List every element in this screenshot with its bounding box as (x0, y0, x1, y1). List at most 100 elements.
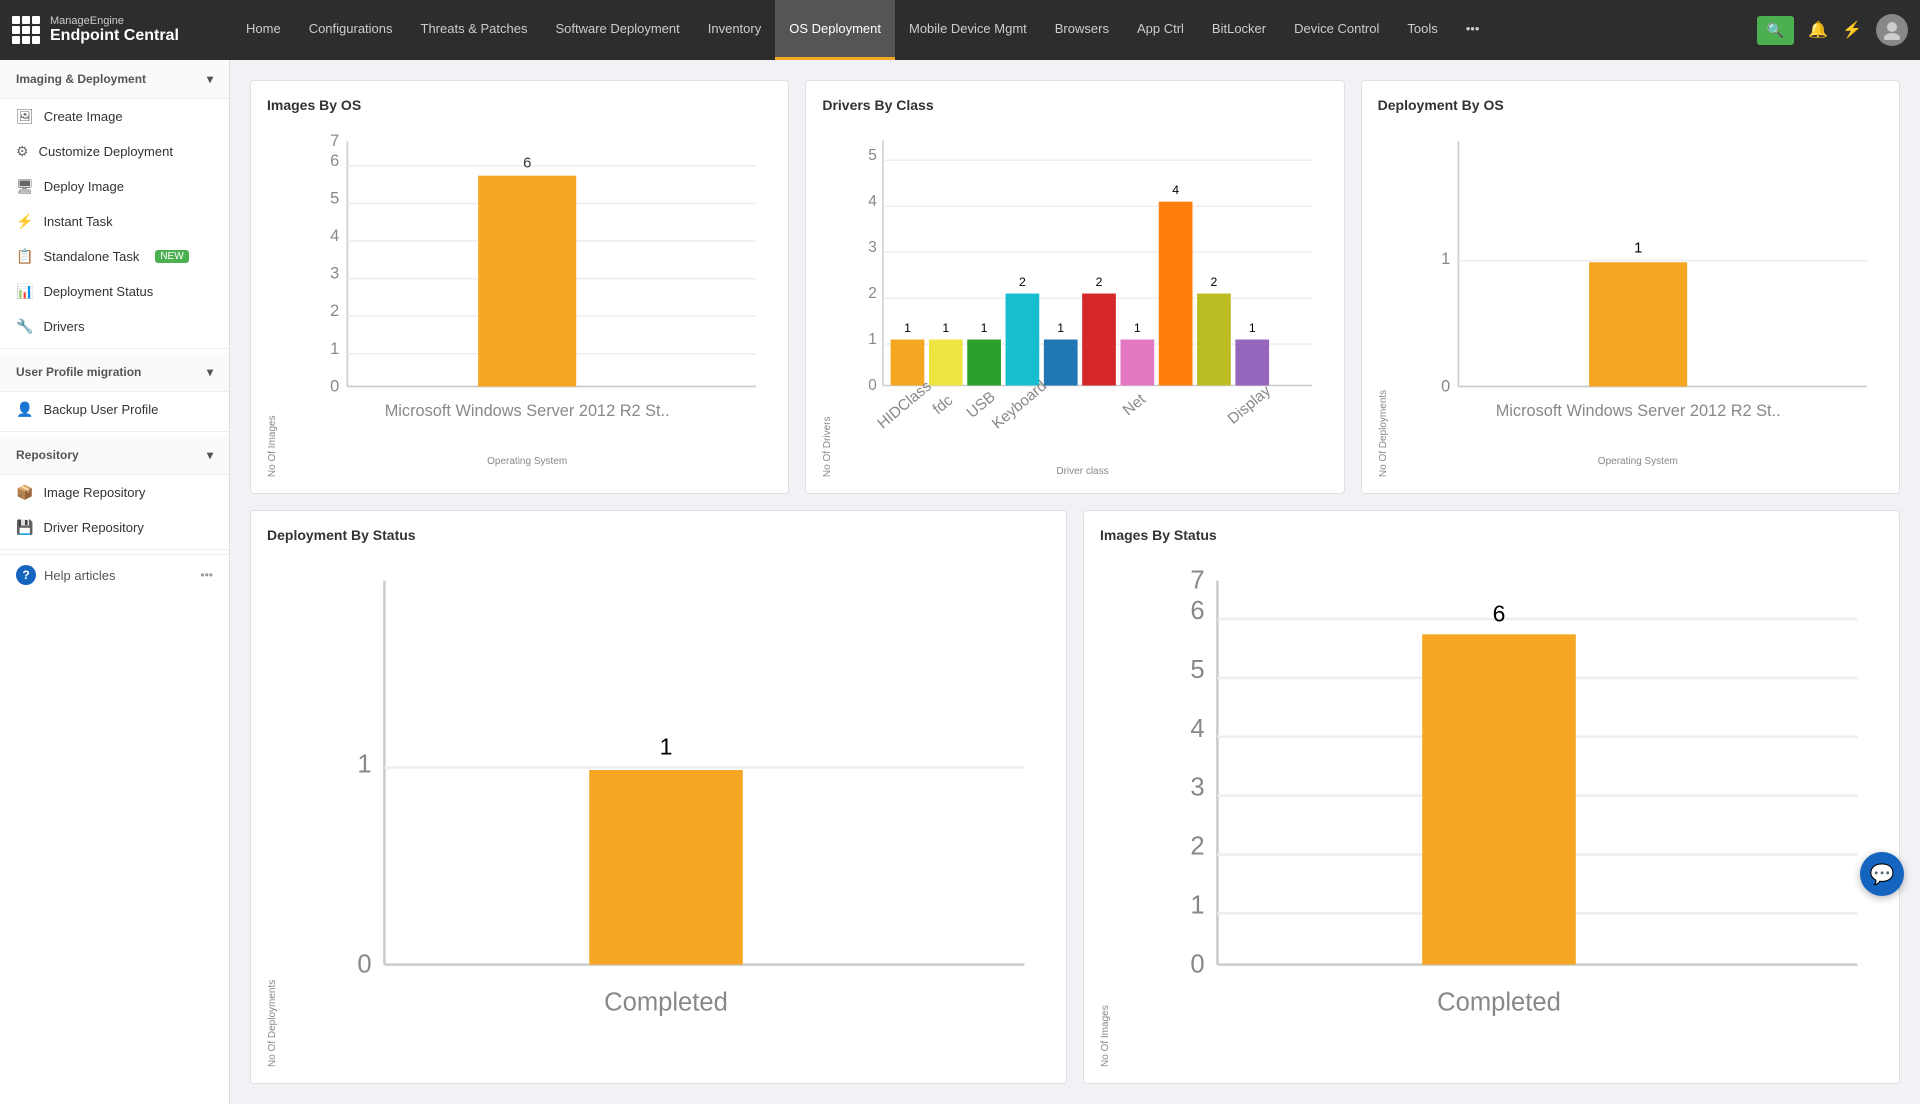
flash-icon[interactable]: ⚡ (1842, 20, 1862, 40)
sidebar-section-imaging[interactable]: Imaging & Deployment ▾ (0, 60, 229, 99)
svg-text:4: 4 (1190, 715, 1204, 743)
sidebar-item-deploy-image[interactable]: 🖥 Deploy Image (0, 169, 229, 204)
sidebar-item-customize-deployment[interactable]: ⚙ Customize Deployment (0, 134, 229, 169)
help-articles-item[interactable]: ? Help articles ••• (0, 554, 229, 595)
nav-threats[interactable]: Threats & Patches (407, 0, 542, 60)
sidebar-item-image-repo-label: Image Repository (43, 485, 145, 500)
repository-chevron-icon: ▾ (207, 448, 213, 462)
notifications-icon[interactable]: 🔔 (1808, 20, 1828, 40)
svg-text:1: 1 (1134, 321, 1141, 335)
sidebar-item-drivers[interactable]: 🔧 Drivers (0, 309, 229, 344)
chart-row-1: Images By OS No Of Images 0 1 2 3 (250, 80, 1900, 494)
svg-text:6: 6 (1190, 597, 1204, 625)
svg-text:5: 5 (1190, 656, 1204, 684)
svg-text:1: 1 (904, 321, 911, 335)
sidebar-item-standalone-label: Standalone Task (43, 249, 139, 264)
backup-user-profile-icon: 👤 (16, 401, 33, 418)
user-avatar[interactable] (1876, 14, 1908, 46)
main-nav: Home Configurations Threats & Patches So… (232, 0, 1757, 60)
svg-text:5: 5 (330, 189, 339, 207)
svg-text:7: 7 (330, 132, 339, 150)
svg-text:1: 1 (330, 340, 339, 358)
main-content: Images By OS No Of Images 0 1 2 3 (230, 60, 1920, 1104)
image-repository-icon: 📦 (16, 484, 33, 501)
svg-text:1: 1 (1249, 321, 1256, 335)
logo-area: ManageEngine Endpoint Central (12, 15, 232, 45)
sidebar-item-instant-label: Instant Task (43, 214, 112, 229)
images-by-status-y-label: No Of Images (1100, 555, 1111, 1067)
nav-mobile[interactable]: Mobile Device Mgmt (895, 0, 1041, 60)
sidebar-item-image-repository[interactable]: 📦 Image Repository (0, 475, 229, 510)
sidebar-item-deployment-status-label: Deployment Status (43, 284, 153, 299)
drivers-by-class-svg: 0 1 2 3 4 5 (837, 125, 1327, 462)
sidebar-item-create-image[interactable]: 🖼 Create Image (0, 99, 229, 134)
svg-text:6: 6 (330, 152, 339, 170)
svg-text:3: 3 (330, 265, 339, 283)
sidebar-divider-3 (0, 549, 229, 550)
svg-text:0: 0 (1190, 950, 1204, 978)
svg-text:1: 1 (357, 751, 371, 779)
svg-text:Display: Display (1225, 382, 1275, 428)
sidebar-item-driver-repository[interactable]: 💾 Driver Repository (0, 510, 229, 545)
grid-icon[interactable] (12, 16, 40, 44)
svg-text:0: 0 (357, 950, 371, 978)
svg-text:Microsoft Windows Server 2012: Microsoft Windows Server 2012 R2 St.. (1495, 402, 1780, 420)
chat-bubble[interactable]: 💬 (1860, 852, 1904, 896)
sidebar-section-user-profile[interactable]: User Profile migration ▾ (0, 353, 229, 392)
nav-bitlocker[interactable]: BitLocker (1198, 0, 1280, 60)
svg-text:2: 2 (1096, 275, 1103, 289)
nav-home[interactable]: Home (232, 0, 295, 60)
nav-app-ctrl[interactable]: App Ctrl (1123, 0, 1198, 60)
help-more-icon[interactable]: ••• (200, 568, 213, 582)
sidebar-item-instant-task[interactable]: ⚡ Instant Task (0, 204, 229, 239)
svg-text:fdc: fdc (930, 392, 957, 418)
nav-configurations[interactable]: Configurations (295, 0, 407, 60)
nav-browsers[interactable]: Browsers (1041, 0, 1123, 60)
nav-device-control[interactable]: Device Control (1280, 0, 1393, 60)
svg-text:1: 1 (1441, 250, 1450, 268)
nav-more[interactable]: ••• (1452, 0, 1494, 60)
nav-inventory[interactable]: Inventory (694, 0, 775, 60)
deployment-status-icon: 📊 (16, 283, 33, 300)
deploy-image-icon: 🖥 (16, 178, 34, 195)
chart-deployment-by-status: Deployment By Status No Of Deployments 0… (250, 510, 1067, 1084)
svg-text:2: 2 (1190, 833, 1204, 861)
chart-images-by-status-title: Images By Status (1100, 527, 1883, 543)
nav-software[interactable]: Software Deployment (541, 0, 693, 60)
sidebar-item-backup-label: Backup User Profile (43, 402, 158, 417)
search-button[interactable]: 🔍 (1757, 16, 1794, 45)
svg-text:1: 1 (1058, 321, 1065, 335)
sidebar-section-repository-label: Repository (16, 448, 79, 462)
nav-tools[interactable]: Tools (1393, 0, 1451, 60)
svg-text:2: 2 (869, 285, 878, 302)
help-articles-label: Help articles (44, 568, 116, 583)
sidebar-divider-2 (0, 431, 229, 432)
sidebar-divider-1 (0, 348, 229, 349)
svg-text:0: 0 (869, 377, 878, 394)
sidebar-item-deployment-status[interactable]: 📊 Deployment Status (0, 274, 229, 309)
sidebar-section-repository[interactable]: Repository ▾ (0, 436, 229, 475)
chart-drivers-by-class-title: Drivers By Class (822, 97, 1327, 113)
svg-text:1: 1 (660, 734, 673, 760)
drivers-icon: 🔧 (16, 318, 33, 335)
imaging-chevron-icon: ▾ (207, 72, 213, 86)
sidebar-item-create-image-label: Create Image (44, 109, 123, 124)
svg-text:1: 1 (1190, 891, 1204, 919)
deployment-by-os-svg: 0 1 1 Microsoft Windows Server 2012 R2 S… (1393, 125, 1883, 452)
svg-text:1: 1 (981, 321, 988, 335)
images-by-os-x-label: Operating System (282, 456, 772, 467)
chart-row-2: Deployment By Status No Of Deployments 0… (250, 510, 1900, 1084)
sidebar-item-standalone-task[interactable]: 📋 Standalone Task NEW (0, 239, 229, 274)
sidebar-section-user-profile-label: User Profile migration (16, 365, 141, 379)
sidebar: Imaging & Deployment ▾ 🖼 Create Image ⚙ … (0, 60, 230, 1104)
svg-text:6: 6 (523, 155, 531, 171)
user-profile-chevron-icon: ▾ (207, 365, 213, 379)
svg-text:Net: Net (1120, 390, 1150, 419)
sidebar-item-backup-user-profile[interactable]: 👤 Backup User Profile (0, 392, 229, 427)
new-badge: NEW (155, 250, 188, 263)
brand-name: ManageEngine (50, 15, 179, 27)
svg-text:1: 1 (943, 321, 950, 335)
nav-os-deployment[interactable]: OS Deployment (775, 0, 895, 60)
chart-images-by-os-title: Images By OS (267, 97, 772, 113)
sidebar-item-driver-repo-label: Driver Repository (43, 520, 143, 535)
